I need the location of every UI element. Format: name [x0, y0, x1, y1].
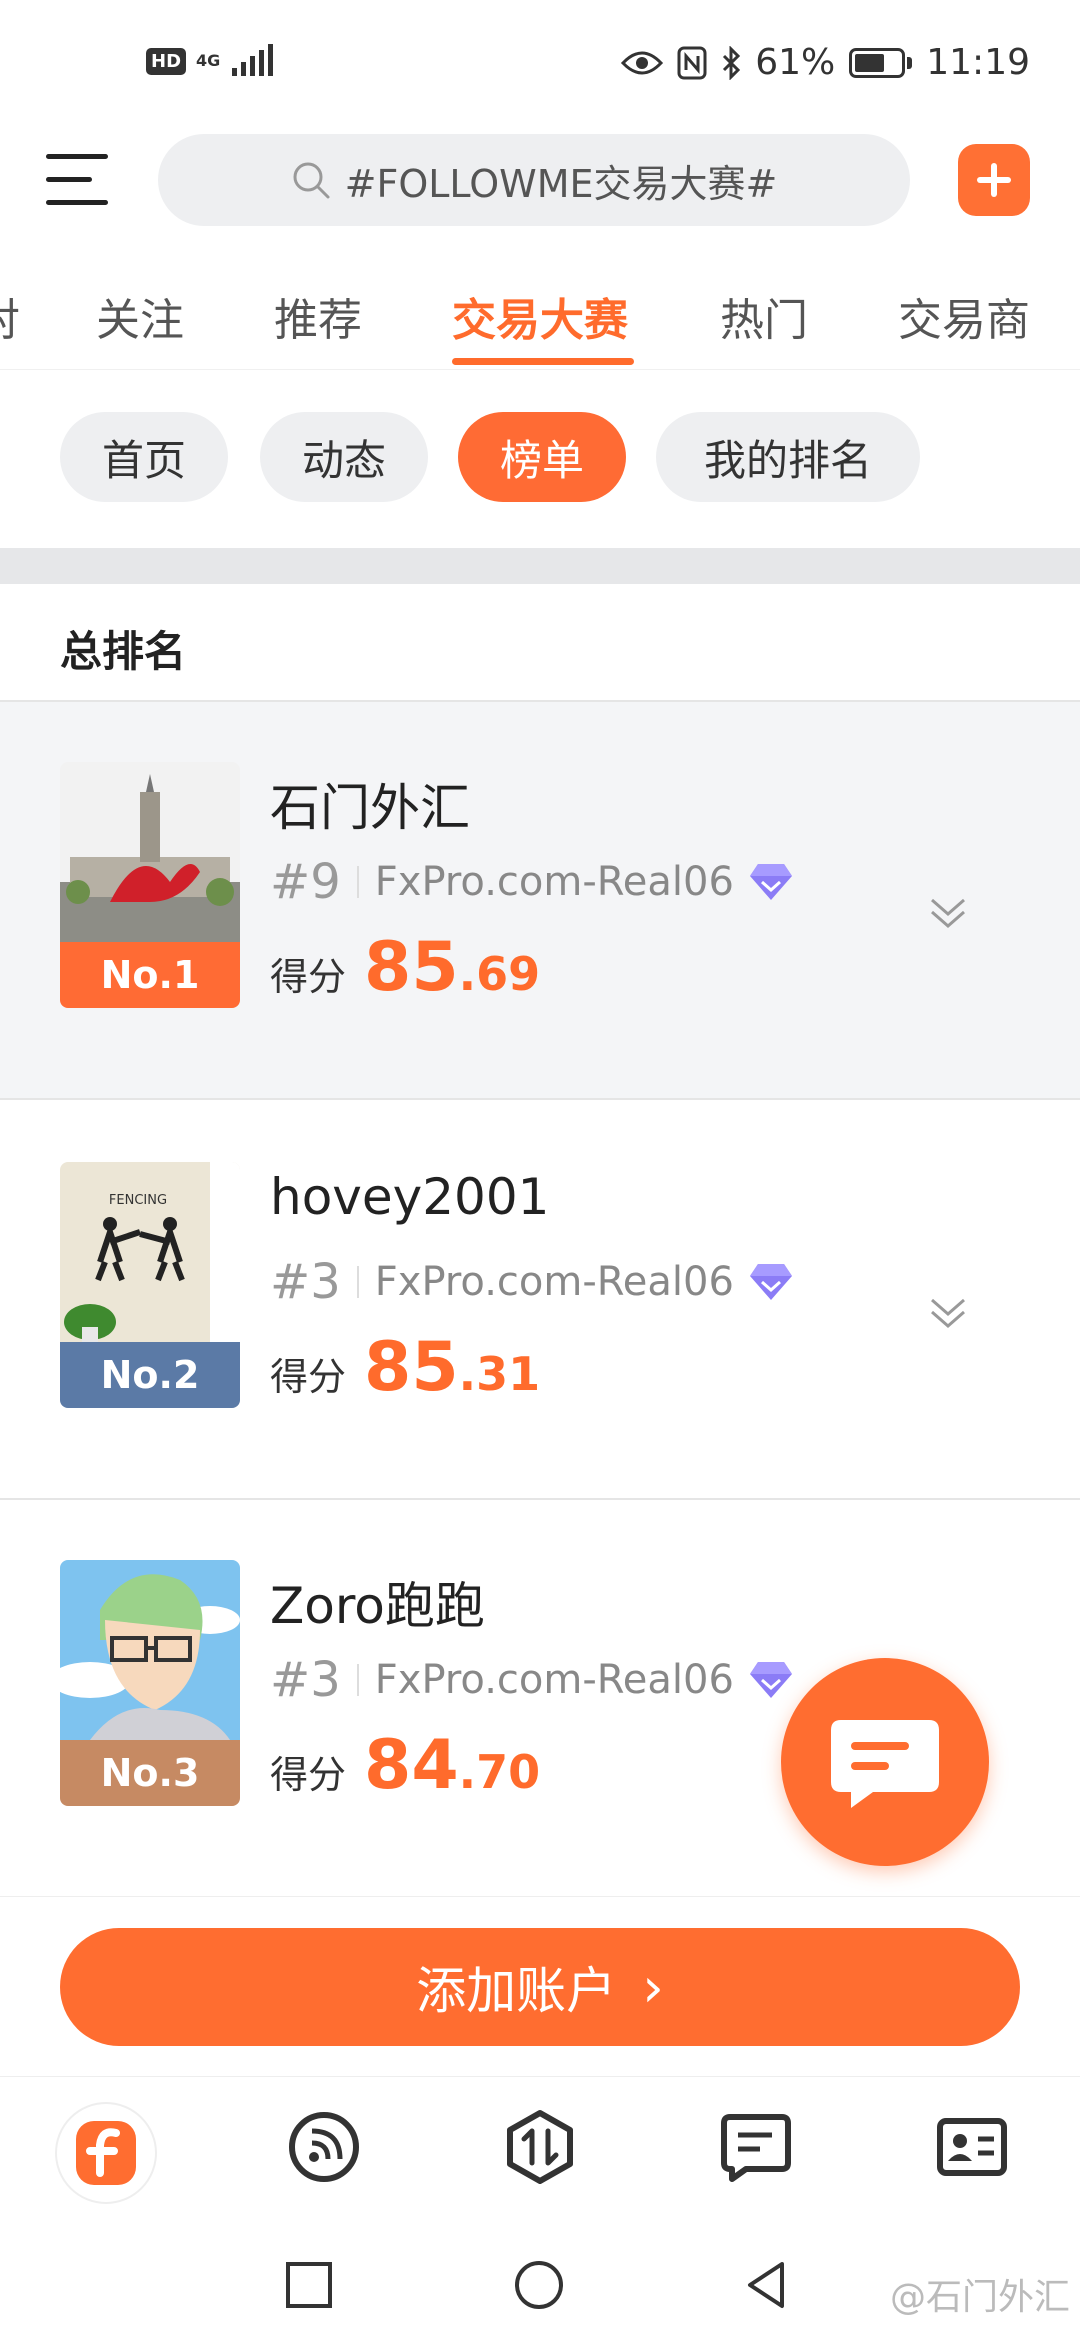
search-placeholder: #FOLLOWME交易大赛# [344, 161, 778, 206]
user-name[interactable]: Zoro跑跑 [270, 1566, 485, 1638]
bluetooth-icon [723, 45, 741, 80]
hamburger-menu-icon[interactable] [46, 150, 110, 210]
followme-logo-icon[interactable] [54, 2101, 158, 2205]
score: 得分 84 .70 [270, 1726, 540, 1805]
diamond-icon [749, 864, 792, 900]
tab-partial[interactable]: 对 [0, 284, 20, 348]
avatar-image [60, 762, 240, 942]
broker-account: FxPro.com-Real06 [374, 1259, 734, 1305]
battery-icon [849, 47, 906, 78]
user-name[interactable]: 石门外汇 [270, 768, 470, 840]
chip-activity[interactable]: 动态 [260, 412, 428, 502]
chevron-double-down-icon[interactable] [928, 892, 968, 932]
back-icon[interactable] [742, 2260, 792, 2310]
score: 得分 85 .69 [270, 928, 540, 1007]
user-name[interactable]: hovey2001 [270, 1168, 549, 1226]
add-account-label: 添加账户 [416, 1962, 617, 2020]
home-icon[interactable] [514, 2260, 564, 2310]
score-label: 得分 [270, 955, 347, 999]
clock: 11:19 [926, 42, 1030, 83]
rank-badge: No.2 [60, 1342, 240, 1408]
bottom-navigation [0, 2076, 1080, 2216]
rank-card-1[interactable]: No.1 石门外汇 #9 FxPro.com-Real06 得分 85 .69 [0, 702, 1080, 1100]
trade-icon[interactable] [502, 2109, 578, 2185]
network-type: 4G [196, 51, 221, 70]
score-label: 得分 [270, 1355, 347, 1399]
wall-sign-text: FENCING [109, 1193, 167, 1208]
nfc-icon [677, 46, 707, 79]
diamond-icon [749, 1264, 792, 1300]
chevron-double-down-icon[interactable] [928, 1292, 968, 1332]
section-divider [0, 548, 1080, 584]
watermark: @石门外汇 [889, 2277, 1070, 2318]
score-label: 得分 [270, 1753, 347, 1797]
rank-number: #3 [270, 1652, 341, 1708]
tab-follow[interactable]: 关注 [96, 284, 184, 348]
score-decimal: .70 [458, 1745, 541, 1799]
rank-card-2[interactable]: FENCING No.2 hovey2001 #3 FxPro.com-Real… [0, 1102, 1080, 1500]
rank-number: #3 [270, 1254, 341, 1310]
chat-bubble-icon [831, 1720, 939, 1808]
account-meta: #9 FxPro.com-Real06 [270, 854, 794, 910]
category-tabs: 对 关注 推荐 交易大赛 热门 交易商 [0, 270, 1080, 370]
search-icon [293, 162, 330, 199]
rank-badge: No.3 [60, 1740, 240, 1806]
status-icons: 61% 11:19 [621, 42, 1030, 83]
broker-account: FxPro.com-Real06 [374, 1657, 734, 1703]
battery-percent: 61% [755, 42, 836, 83]
search-input[interactable]: #FOLLOWME交易大赛# [158, 134, 910, 226]
chevron-right-icon: › [642, 1955, 664, 2019]
score: 得分 85 .31 [270, 1328, 540, 1407]
avatar: No.3 [60, 1560, 240, 1806]
score-integer: 85 [364, 928, 459, 1007]
chip-my-ranking[interactable]: 我的排名 [656, 412, 920, 502]
score-integer: 84 [364, 1726, 459, 1805]
network-status: HD 4G [146, 44, 274, 78]
section-title: 总排名 [60, 627, 187, 676]
signal-icon [232, 44, 274, 76]
chat-fab-button[interactable] [781, 1658, 989, 1866]
system-navigation: @石门外汇 [0, 2216, 1080, 2340]
message-icon[interactable] [718, 2109, 794, 2185]
add-account-button[interactable]: 添加账户 › [60, 1928, 1020, 2046]
tab-trading-contest[interactable]: 交易大赛 [452, 284, 628, 348]
rank-number: #9 [270, 854, 341, 910]
broker-account: FxPro.com-Real06 [374, 859, 734, 905]
rank-badge: No.1 [60, 942, 240, 1008]
avatar-image [60, 1560, 240, 1740]
status-bar: HD 4G 61% 11:19 [0, 0, 1080, 130]
feed-icon[interactable] [286, 2109, 362, 2185]
eye-icon [621, 51, 664, 74]
tab-recommend[interactable]: 推荐 [274, 284, 362, 348]
account-meta: #3 FxPro.com-Real06 [270, 1254, 794, 1310]
profile-card-icon[interactable] [934, 2109, 1010, 2185]
chip-leaderboard[interactable]: 榜单 [458, 412, 626, 502]
hd-badge: HD [146, 47, 187, 75]
avatar-image: FENCING [60, 1162, 240, 1342]
tab-brokers[interactable]: 交易商 [898, 284, 1030, 348]
avatar: No.1 [60, 762, 240, 1008]
tab-hot[interactable]: 热门 [720, 284, 808, 348]
avatar: FENCING No.2 [60, 1162, 240, 1408]
score-integer: 85 [364, 1328, 459, 1407]
account-meta: #3 FxPro.com-Real06 [270, 1652, 794, 1708]
score-decimal: .31 [458, 1347, 541, 1401]
chip-home[interactable]: 首页 [60, 412, 228, 502]
score-decimal: .69 [458, 947, 541, 1001]
active-tab-indicator [452, 358, 634, 365]
add-button[interactable] [958, 144, 1030, 216]
recent-apps-icon[interactable] [284, 2260, 334, 2310]
